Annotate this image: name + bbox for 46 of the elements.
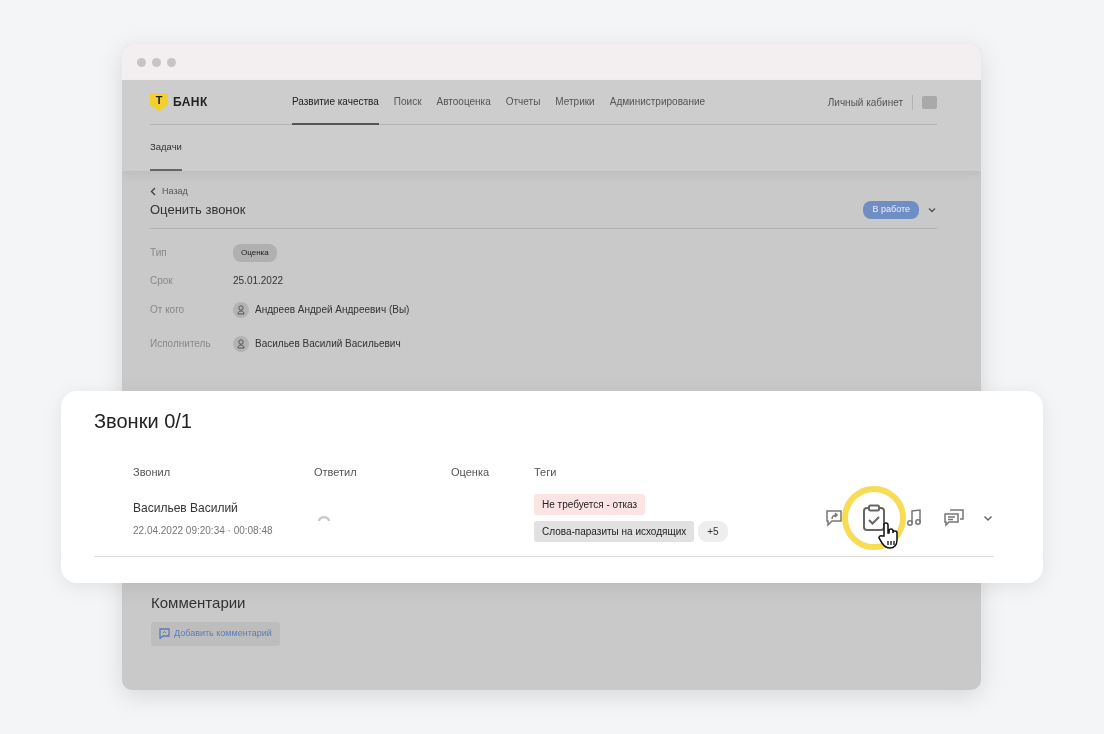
account-link[interactable]: Личный кабинет bbox=[827, 94, 913, 110]
back-link[interactable]: Назад bbox=[150, 185, 937, 199]
window-dot-icon[interactable] bbox=[167, 57, 176, 67]
nav-tab[interactable]: Поиск bbox=[393, 79, 422, 125]
nav-tab[interactable]: Отчеты bbox=[505, 79, 541, 125]
task-title: Оценить звонок bbox=[150, 201, 246, 220]
clipboard-check-icon[interactable] bbox=[862, 504, 886, 532]
column-header: Оценка bbox=[451, 465, 491, 480]
call-meta: 22.04.2022 09:20:34 · 00:08:48 bbox=[133, 523, 274, 538]
nav-tab[interactable]: Метрики bbox=[555, 79, 595, 125]
logo-mark: Т bbox=[150, 92, 168, 112]
field-label: От кого bbox=[150, 303, 186, 317]
share-chat-icon[interactable] bbox=[825, 509, 843, 527]
caller-name: Васильев Василий bbox=[133, 499, 239, 517]
field-label: Исполнитель bbox=[150, 337, 212, 351]
person-icon bbox=[233, 335, 249, 352]
chevron-down-icon[interactable] bbox=[927, 205, 937, 215]
tag-label: Не требуется - отказ bbox=[534, 494, 646, 515]
person-icon bbox=[233, 301, 249, 318]
phone-icon bbox=[318, 515, 330, 522]
column-header: Ответил bbox=[314, 465, 358, 480]
window-dot-icon[interactable] bbox=[137, 57, 146, 67]
chat-bubbles-icon[interactable] bbox=[944, 509, 964, 527]
logo-text: БАНК bbox=[173, 94, 208, 111]
hand-cursor-icon bbox=[878, 522, 900, 550]
type-badge: Оценка bbox=[233, 243, 277, 262]
status-badge: В работе bbox=[863, 201, 919, 219]
comment-icon bbox=[159, 628, 170, 640]
nav-tab[interactable]: Администрирование bbox=[609, 79, 706, 125]
music-note-icon[interactable] bbox=[906, 509, 922, 527]
chevron-left-icon bbox=[150, 187, 156, 197]
column-header: Звонил bbox=[133, 465, 172, 480]
tag-label: Слова-паразиты на исходящих bbox=[534, 521, 695, 542]
more-tags-badge[interactable]: +5 bbox=[698, 521, 728, 542]
person-name: Васильев Василий Васильевич bbox=[255, 337, 401, 351]
column-header: Теги bbox=[534, 465, 558, 480]
field-label: Срок bbox=[150, 274, 174, 288]
window-dot-icon[interactable] bbox=[152, 57, 161, 67]
calls-heading: Звонки 0/1 bbox=[94, 409, 193, 433]
field-label: Тип bbox=[150, 246, 168, 260]
nav-tab[interactable]: Автооценка bbox=[436, 79, 491, 125]
field-value: 25.01.2022 bbox=[233, 274, 284, 288]
sub-tab[interactable]: Задачи bbox=[150, 125, 182, 171]
comments-heading: Комментарии bbox=[151, 592, 247, 613]
person-name: Андреев Андрей Андреевич (Вы) bbox=[255, 303, 410, 317]
nav-tab[interactable]: Развитие качества bbox=[292, 79, 379, 125]
